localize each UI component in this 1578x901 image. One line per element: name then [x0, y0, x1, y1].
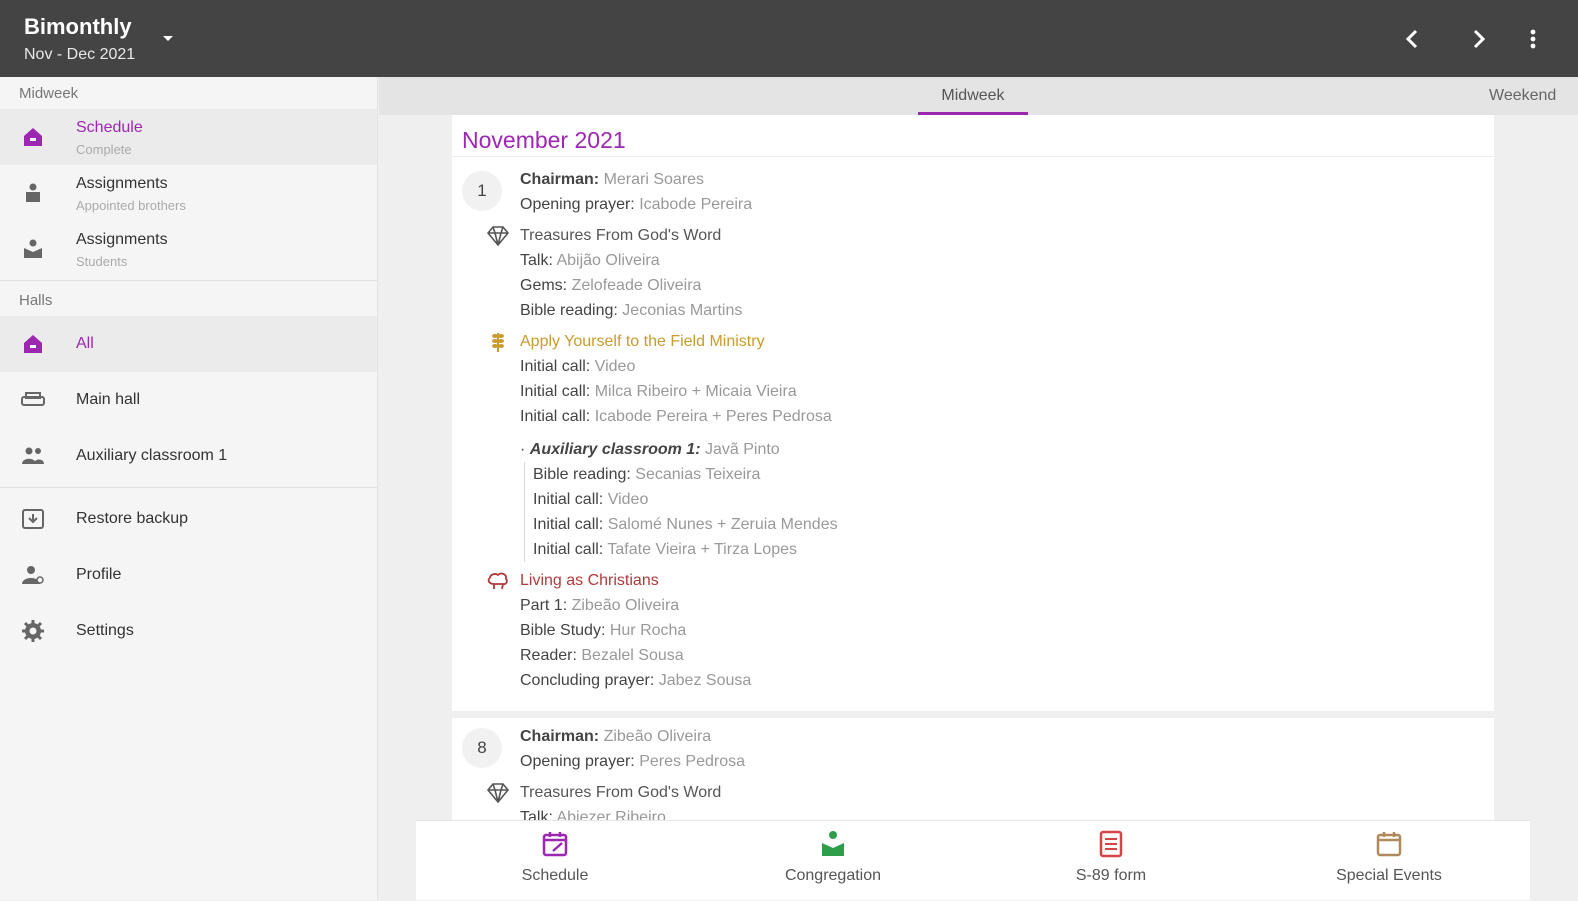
bottom-nav-label: S-89 form	[1075, 867, 1147, 884]
group-icon	[22, 447, 44, 464]
week-entry[interactable]: 8 Chairman: Zibeão Oliveira Opening pray…	[452, 718, 1494, 820]
bottom-nav-schedule[interactable]: Schedule	[416, 821, 694, 901]
sidebar-item-label: Profile	[76, 566, 122, 583]
gems-line: Gems: Zelofeade Oliveira	[520, 277, 702, 294]
divider	[0, 280, 377, 281]
sidebar-item-label: Assignments	[76, 175, 168, 192]
sidebar-item-label: Assignments	[76, 231, 168, 248]
reader-line: Reader: Bezalel Sousa	[520, 647, 684, 664]
chevron-left-icon[interactable]	[1398, 24, 1428, 54]
aux-initial-call-line: Initial call: Video	[533, 491, 649, 508]
tab-midweek[interactable]: Midweek	[918, 77, 1028, 115]
initial-call-line: Initial call: Video	[520, 358, 636, 375]
schedule-list[interactable]: November 2021 1 Chairman: Merari Soares …	[452, 115, 1494, 820]
home-icon	[24, 335, 42, 353]
section-header-halls: Halls	[19, 292, 53, 309]
sidebar-item-sublabel: Appointed brothers	[76, 198, 186, 213]
week-card: 8 Chairman: Zibeão Oliveira Opening pray…	[452, 718, 1494, 820]
bottom-nav-label: Congregation	[784, 867, 882, 884]
bottom-nav-congregation[interactable]: Congregation	[694, 821, 972, 901]
bible-reading-line: Bible reading: Jeconias Martins	[520, 302, 743, 319]
person-podium-icon	[26, 183, 40, 202]
chevron-down-icon[interactable]	[160, 30, 176, 46]
form-icon	[1099, 830, 1123, 858]
sidebar-item-assignments-brothers[interactable]: Assignments Appointed brothers	[0, 165, 377, 221]
bottom-navigation: Schedule Congregation S-89 form Special …	[416, 820, 1530, 900]
chevron-right-icon[interactable]	[1463, 24, 1493, 54]
part-line: Part 1: Zibeão Oliveira	[520, 597, 680, 614]
talk-line: Talk: Abijão Oliveira	[520, 252, 660, 269]
section-header-midweek: Midweek	[19, 85, 79, 102]
chairman-line: Chairman: Zibeão Oliveira	[520, 728, 712, 745]
aux-initial-call-line: Initial call: Tafate Vieira + Tirza Lope…	[533, 541, 797, 558]
bottom-nav-special-events[interactable]: Special Events	[1250, 821, 1528, 901]
initial-call-line: Initial call: Milca Ribeiro + Micaia Vie…	[520, 383, 797, 400]
profile-icon	[22, 566, 44, 584]
day-badge: 1	[462, 171, 502, 211]
calendar-edit-icon	[542, 832, 568, 857]
sidebar-item-profile[interactable]: Profile	[0, 547, 377, 603]
bottom-nav-label: Schedule	[521, 867, 589, 884]
week-entry[interactable]: 1 Chairman: Merari Soares Opening prayer…	[452, 161, 1494, 703]
aux-initial-call-line: Initial call: Salomé Nunes + Zeruia Mend…	[533, 516, 838, 533]
sidebar-item-label: All	[76, 335, 94, 352]
sidebar-item-schedule[interactable]: Schedule Complete	[0, 109, 377, 165]
sofa-icon	[21, 392, 45, 406]
wheat-icon	[492, 333, 504, 352]
bible-study-line: Bible Study: Hur Rocha	[520, 622, 687, 639]
sidebar-item-assignments-students[interactable]: Assignments Students	[0, 221, 377, 277]
sidebar-item-label: Main hall	[76, 391, 141, 408]
sidebar-item-main-hall[interactable]: Main hall	[0, 372, 377, 428]
app-subtitle: Nov - Dec 2021	[24, 46, 136, 63]
talk-line: Talk: Abiezer Ribeiro	[520, 809, 666, 820]
month-card: November 2021 1 Chairman: Merari Soares …	[452, 115, 1494, 712]
sidebar-item-sublabel: Students	[76, 254, 128, 269]
student-icon	[24, 239, 42, 258]
day-badge: 8	[462, 728, 502, 768]
sheep-icon	[487, 572, 508, 590]
sidebar-item-all-halls[interactable]: All	[0, 316, 377, 372]
home-icon	[24, 128, 42, 146]
app-title: Bimonthly	[24, 14, 132, 39]
congregation-icon	[822, 831, 844, 856]
auxiliary-classroom-block: · Auxiliary classroom 1: Javã Pinto Bibl…	[520, 437, 1494, 562]
opening-prayer-line: Opening prayer: Peres Pedrosa	[520, 753, 746, 770]
sidebar-item-sublabel: Complete	[76, 142, 132, 157]
auxiliary-assignments: Bible reading: Secanias Teixeira Initial…	[524, 462, 1494, 562]
diamond-icon	[486, 783, 510, 804]
sidebar-item-label: Restore backup	[76, 510, 189, 527]
sidebar-item-label: Auxiliary classroom 1	[76, 447, 228, 464]
concluding-prayer-line: Concluding prayer: Jabez Sousa	[520, 672, 752, 689]
chairman-line: Chairman: Merari Soares	[520, 171, 705, 188]
tab-weekend[interactable]: Weekend	[1489, 77, 1578, 115]
diamond-icon	[486, 226, 510, 247]
app-bar: Bimonthly Nov - Dec 2021	[0, 0, 1578, 77]
auxiliary-classroom-header: · Auxiliary classroom 1: Javã Pinto	[520, 441, 780, 458]
sidebar-item-restore-backup[interactable]: Restore backup	[0, 491, 377, 547]
bottom-nav-s89-form[interactable]: S-89 form	[972, 821, 1250, 901]
section-living-as-christians: Living as Christians	[487, 568, 1494, 593]
calendar-icon	[1376, 832, 1402, 857]
tab-bar: Midweek Weekend	[379, 77, 1578, 115]
divider	[0, 487, 377, 488]
gear-icon	[22, 620, 44, 642]
section-field-ministry: Apply Yourself to the Field Ministry	[492, 329, 1494, 354]
section-treasures: Treasures From God's Word	[486, 223, 1494, 248]
restore-icon	[22, 509, 44, 529]
sidebar-item-label: Settings	[76, 622, 134, 639]
aux-bible-reading-line: Bible reading: Secanias Teixeira	[533, 466, 761, 483]
bottom-nav-label: Special Events	[1336, 867, 1442, 884]
navigation-drawer: Midweek Schedule Complete Assignments Ap…	[0, 77, 378, 900]
opening-prayer-line: Opening prayer: Icabode Pereira	[520, 196, 753, 213]
sidebar-item-settings[interactable]: Settings	[0, 603, 377, 659]
initial-call-line: Initial call: Icabode Pereira + Peres Pe…	[520, 408, 832, 425]
more-vert-icon[interactable]	[1518, 24, 1548, 54]
section-treasures: Treasures From God's Word	[486, 780, 1494, 805]
month-title: November 2021	[452, 115, 1494, 157]
sidebar-item-auxiliary-classroom[interactable]: Auxiliary classroom 1	[0, 428, 377, 484]
sidebar-item-label: Schedule	[76, 119, 143, 136]
